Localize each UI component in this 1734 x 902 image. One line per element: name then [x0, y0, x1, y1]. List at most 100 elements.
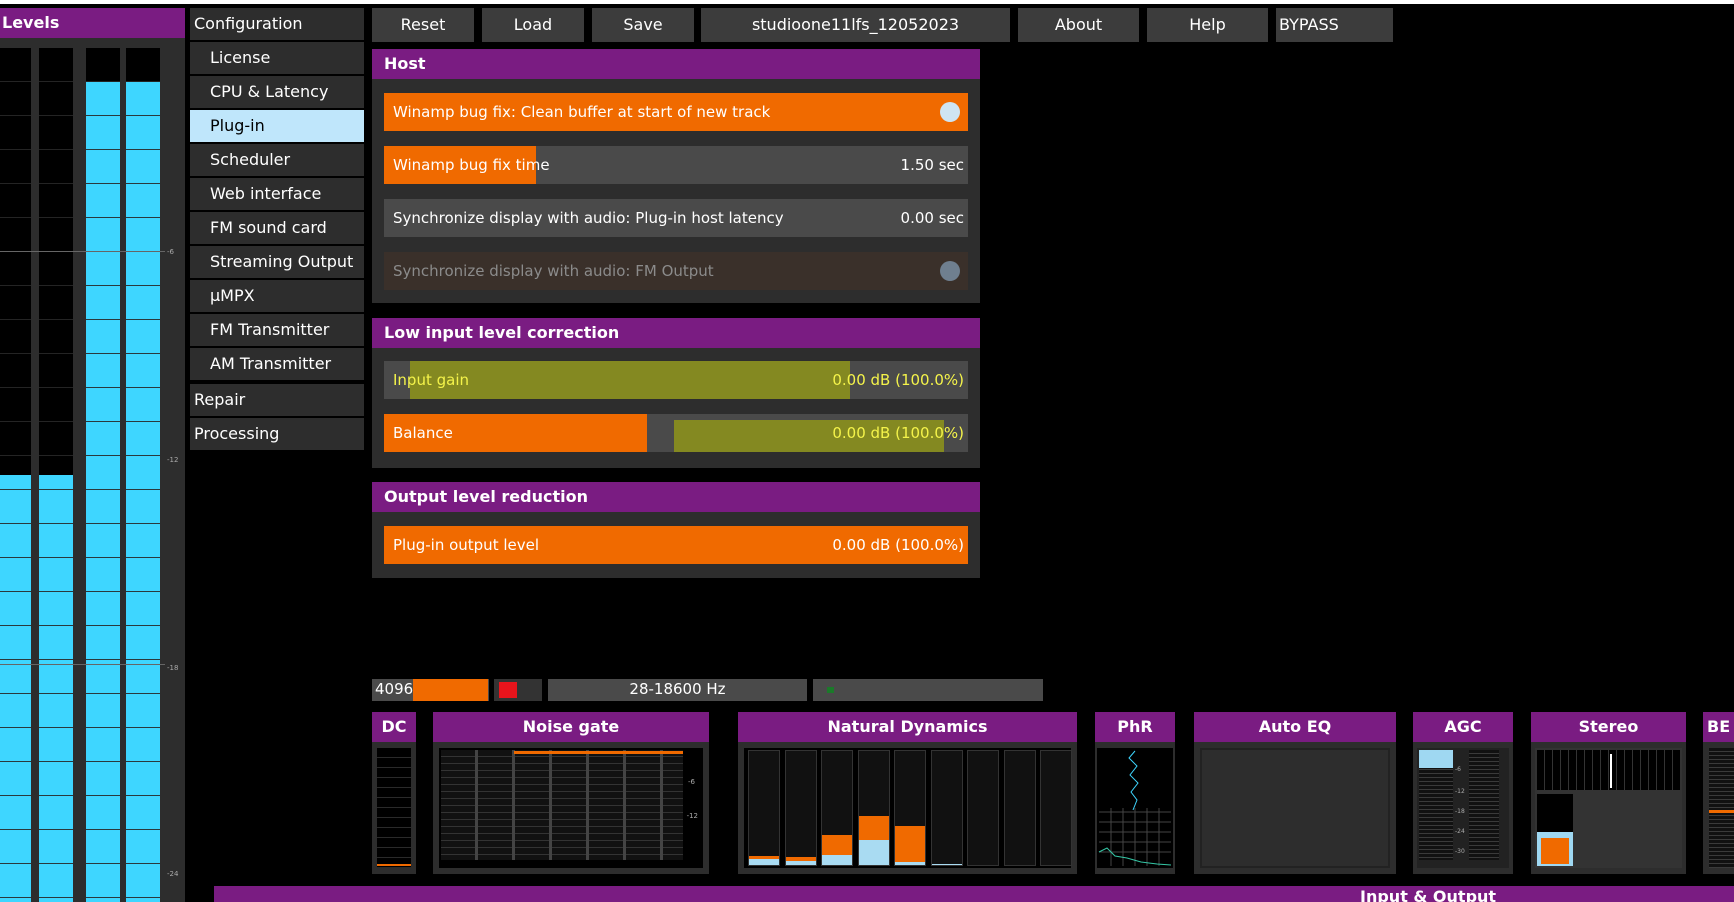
balance-value: 0.00 dB (100.0%): [832, 424, 964, 442]
dynamics-band-orange: [749, 856, 779, 860]
sync-fm-toggle[interactable]: [940, 261, 960, 281]
signal-led: [827, 687, 834, 693]
dynamics-band-1: [748, 750, 780, 866]
agc-tick: -24: [1455, 828, 1465, 835]
natural-dynamics-display: [744, 748, 1072, 868]
menu-item-license[interactable]: License: [190, 42, 364, 74]
top-border: [0, 0, 1734, 4]
menu-item-configuration[interactable]: Configuration: [190, 8, 364, 40]
be-marker: [1709, 810, 1734, 813]
output-title: Output level reduction: [372, 482, 980, 512]
phr-display: [1097, 748, 1173, 868]
dynamics-band-blue: [895, 861, 925, 865]
auto-eq-display: [1200, 748, 1390, 868]
agc-meter-left: [1419, 750, 1453, 860]
agc-tick: -6: [1455, 766, 1461, 773]
module-stereo[interactable]: Stereo: [1531, 712, 1686, 874]
reset-button[interactable]: Reset: [372, 8, 474, 42]
menu-item-µmpx[interactable]: µMPX: [190, 280, 364, 312]
host-panel: Host Winamp bug fix: Clean buffer at sta…: [372, 49, 980, 303]
preset-name-field[interactable]: studioone11lfs_12052023: [701, 8, 1010, 42]
menu-item-fm-sound-card[interactable]: FM sound card: [190, 212, 364, 244]
level-tick: -6: [167, 248, 174, 256]
dynamics-band-orange: [858, 815, 889, 841]
low-input-title: Low input level correction: [372, 318, 980, 348]
dynamics-band-blue: [822, 854, 852, 865]
save-button[interactable]: Save: [592, 8, 694, 42]
winamp-fix-toggle-row[interactable]: Winamp bug fix: Clean buffer at start of…: [384, 93, 968, 131]
levels-panel: Levels -6 -12 -18 -24: [0, 8, 185, 902]
agc-meter-left-fill: [1419, 750, 1453, 768]
clip-indicator: [494, 679, 542, 701]
plugin-output-value: 0.00 dB (100.0%): [832, 536, 964, 554]
winamp-fix-toggle[interactable]: [940, 102, 960, 122]
dc-display: [377, 748, 411, 868]
menu-item-plug-in[interactable]: Plug-in: [190, 110, 364, 142]
level-meter-1: [0, 48, 31, 902]
noise-gate-display: -6 -12: [439, 748, 703, 868]
host-title: Host: [372, 49, 980, 79]
buffer-fill: [413, 679, 488, 701]
noise-gate-threshold: [514, 751, 683, 754]
balance-slider[interactable]: Balance 0.00 dB (100.0%): [384, 414, 968, 452]
module-phr[interactable]: PhR: [1095, 712, 1175, 874]
winamp-time-slider[interactable]: Winamp bug fix time 1.50 sec: [384, 146, 968, 184]
dynamics-band-9: [1040, 750, 1072, 866]
sync-fm-toggle-row[interactable]: Synchronize display with audio: FM Outpu…: [384, 252, 968, 290]
stereo-title: Stereo: [1531, 712, 1686, 742]
dynamics-band-blue: [749, 859, 779, 865]
noise-gate-tick: -12: [686, 812, 698, 820]
menu-item-repair[interactable]: Repair: [190, 384, 364, 416]
stereo-meter: [1537, 794, 1573, 866]
sync-latency-value: 0.00 sec: [900, 209, 964, 227]
load-button[interactable]: Load: [482, 8, 584, 42]
module-agc[interactable]: AGC -6 -12 -18 -24 -30: [1413, 712, 1513, 874]
menu-item-scheduler[interactable]: Scheduler: [190, 144, 364, 176]
dynamics-band-3: [821, 750, 853, 866]
plugin-output-slider[interactable]: Plug-in output level 0.00 dB (100.0%): [384, 526, 968, 564]
clip-led: [499, 682, 517, 698]
input-output-bar[interactable]: Input & Output: [214, 886, 1734, 902]
signal-indicator: [813, 679, 1043, 701]
agc-meter-right: [1469, 750, 1499, 860]
level-meter-3: [86, 48, 120, 902]
low-input-panel: Low input level correction Input gain 0.…: [372, 318, 980, 468]
level-gridline: [0, 251, 165, 252]
stereo-width-meter: [1537, 750, 1680, 790]
level-tick: -18: [167, 664, 179, 672]
module-be[interactable]: BE: [1703, 712, 1734, 874]
phr-scope: [1098, 750, 1172, 866]
menu-item-web-interface[interactable]: Web interface: [190, 178, 364, 210]
level-tick: -24: [167, 870, 179, 878]
dynamics-band-blue: [858, 840, 889, 865]
plugin-output-label: Plug-in output level: [393, 536, 540, 554]
help-button[interactable]: Help: [1147, 8, 1268, 42]
noise-gate-tick: -6: [688, 778, 695, 786]
buffer-value: 4096: [375, 680, 414, 698]
menu-item-fm-transmitter[interactable]: FM Transmitter: [190, 314, 364, 346]
winamp-time-value: 1.50 sec: [900, 156, 964, 174]
dynamics-band-8: [1003, 750, 1036, 866]
sync-fm-label: Synchronize display with audio: FM Outpu…: [393, 262, 714, 280]
input-gain-slider[interactable]: Input gain 0.00 dB (100.0%): [384, 361, 968, 399]
menu-item-cpu-latency[interactable]: CPU & Latency: [190, 76, 364, 108]
menu-item-processing[interactable]: Processing: [190, 418, 364, 450]
agc-tick: -12: [1455, 788, 1465, 795]
module-dc[interactable]: DC: [372, 712, 416, 874]
output-panel: Output level reduction Plug-in output le…: [372, 482, 980, 578]
buffer-indicator: 4096: [372, 679, 489, 701]
auto-eq-title: Auto EQ: [1194, 712, 1396, 742]
agc-display: -6 -12 -18 -24 -30: [1417, 748, 1509, 868]
noise-gate-grid: [441, 750, 683, 860]
level-meter-4: [126, 48, 160, 902]
levels-title: Levels: [0, 8, 185, 38]
module-noise-gate[interactable]: Noise gate -6 -12: [433, 712, 709, 874]
bypass-button[interactable]: BYPASS: [1276, 8, 1393, 42]
about-button[interactable]: About: [1018, 8, 1139, 42]
sync-latency-slider[interactable]: Synchronize display with audio: Plug-in …: [384, 199, 968, 237]
module-natural-dynamics[interactable]: Natural Dynamics: [738, 712, 1077, 874]
module-auto-eq[interactable]: Auto EQ: [1194, 712, 1396, 874]
level-meter-2: [39, 48, 73, 902]
menu-item-am-transmitter[interactable]: AM Transmitter: [190, 348, 364, 380]
menu-item-streaming-output[interactable]: Streaming Output: [190, 246, 364, 278]
